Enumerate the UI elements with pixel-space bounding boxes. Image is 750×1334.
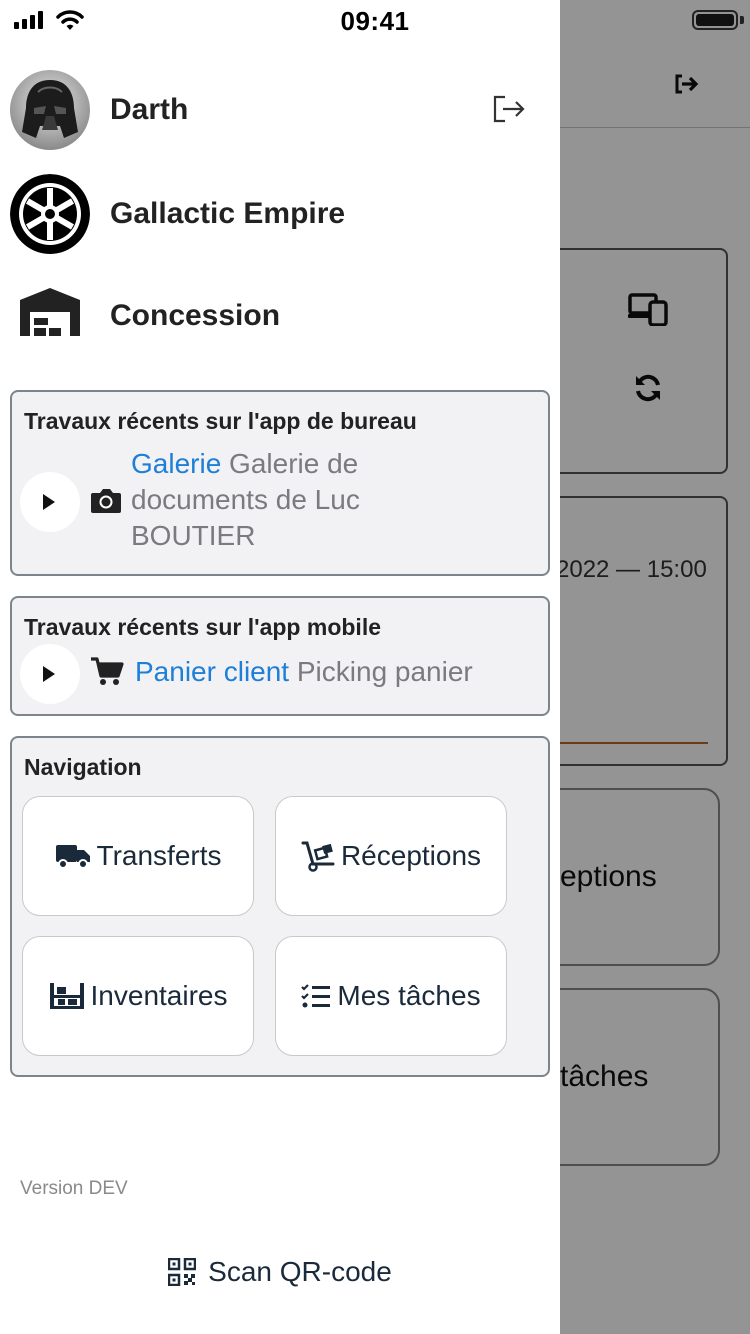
- recent-desktop-link[interactable]: Galerie: [131, 448, 221, 479]
- darth-vader-avatar: [10, 70, 90, 150]
- receptions-button[interactable]: Réceptions: [275, 796, 507, 916]
- play-button[interactable]: [20, 644, 80, 704]
- user-profile[interactable]: Darth: [10, 70, 188, 150]
- warehouse-icon: [10, 276, 90, 356]
- scan-qr-button[interactable]: Scan QR-code: [0, 1256, 560, 1288]
- location-row[interactable]: Concession: [10, 276, 280, 356]
- task-list-icon: [301, 984, 331, 1008]
- truck-icon: [55, 845, 90, 869]
- transfers-label: Transferts: [96, 840, 222, 871]
- navigation-title: Navigation: [24, 754, 142, 780]
- qr-code-icon: [168, 1258, 197, 1286]
- receptions-label: Réceptions: [340, 840, 482, 871]
- play-icon: [43, 494, 55, 510]
- logout-icon[interactable]: [492, 94, 526, 124]
- location-name: Concession: [110, 299, 281, 332]
- recent-desktop-title: Travaux récents sur l'app de bureau: [24, 408, 417, 434]
- shelves-icon: [49, 983, 84, 1009]
- status-time: 09:41: [340, 6, 410, 36]
- my-tasks-button[interactable]: Mes tâches: [275, 936, 507, 1056]
- navigation-card: Navigation Transferts Réceptions Inventa…: [10, 736, 550, 1077]
- camera-icon: [91, 489, 121, 513]
- cart-icon: [91, 657, 124, 685]
- inventories-label: Inventaires: [90, 980, 228, 1011]
- company-row[interactable]: Gallactic Empire: [10, 174, 345, 254]
- side-drawer: Darth Gallactic Empire Concession Travau…: [0, 0, 560, 1334]
- my-tasks-label: Mes tâches: [337, 980, 481, 1011]
- recent-mobile-item[interactable]: Panier client Picking panier: [135, 654, 473, 690]
- user-name: Darth: [110, 93, 189, 126]
- dolly-icon: [301, 841, 335, 872]
- company-name: Gallactic Empire: [110, 197, 346, 230]
- scan-qr-label: Scan QR-code: [208, 1256, 392, 1287]
- transfers-button[interactable]: Transferts: [22, 796, 254, 916]
- play-button[interactable]: [20, 472, 80, 532]
- recent-mobile-link[interactable]: Panier client: [135, 656, 289, 687]
- play-icon: [43, 666, 55, 682]
- recent-mobile-title: Travaux récents sur l'app mobile: [24, 614, 381, 640]
- recent-mobile-card: Travaux récents sur l'app mobile Panier …: [10, 596, 550, 716]
- recent-mobile-description: Picking panier: [289, 656, 473, 687]
- imperial-crest-logo: [10, 174, 90, 254]
- version-label: Version DEV: [20, 1178, 128, 1199]
- inventories-button[interactable]: Inventaires: [22, 936, 254, 1056]
- recent-desktop-item[interactable]: Galerie Galerie de documents de Luc BOUT…: [131, 446, 421, 554]
- recent-desktop-card: Travaux récents sur l'app de bureau Gale…: [10, 390, 550, 576]
